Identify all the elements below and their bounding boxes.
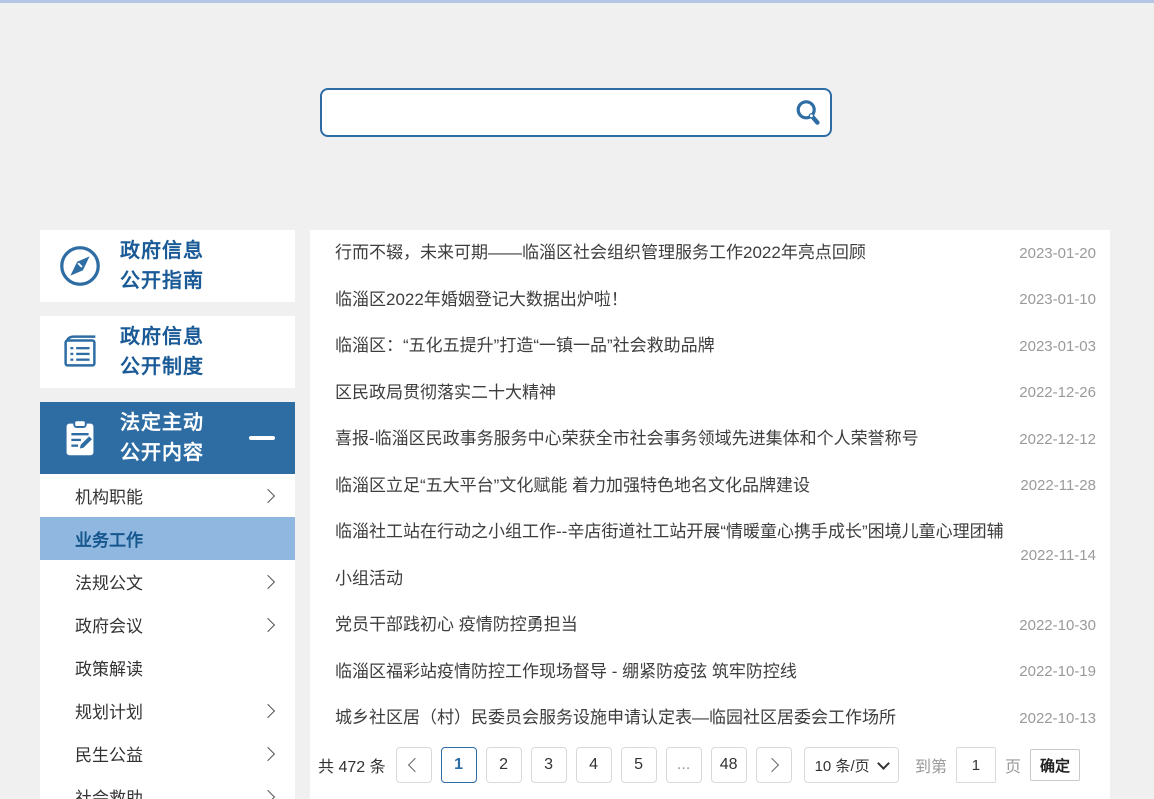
submenu-item[interactable]: 政府会议 [40, 603, 295, 646]
search-icon[interactable] [784, 97, 830, 129]
news-title[interactable]: 区民政局贯彻落实二十大精神 [335, 370, 1004, 417]
submenu-item[interactable]: 社会救助 [40, 775, 295, 799]
page-number-button[interactable]: 48 [710, 747, 747, 783]
goto-label-suffix: 页 [1004, 759, 1021, 776]
pagination: 共 472 条 1 2 3 4 5 ... 48 10 条/页 到第 1 页 确… [310, 742, 1110, 799]
submenu-item[interactable]: 民生公益 [40, 732, 295, 775]
page-size-value: 10 条/页 [814, 757, 870, 775]
chevron-right-icon [260, 574, 276, 589]
label-line2: 公开制度 [120, 356, 204, 378]
top-accent-bar [0, 0, 1154, 3]
sidebar: 政府信息 公开指南 政府信息 公开制度 法定主动 公开内容 机构职能 业务工作 … [40, 230, 295, 799]
submenu-item[interactable]: 业务工作 [40, 517, 295, 560]
prev-page-button[interactable] [395, 747, 432, 783]
news-date: 2022-11-28 [1020, 477, 1096, 495]
sidebar-submenu: 机构职能 业务工作 法规公文 政府会议 政策解读 规划计划 民生公益 社会救助 [40, 474, 295, 799]
submenu-item[interactable]: 规划计划 [40, 689, 295, 732]
news-date: 2022-12-12 [1019, 430, 1096, 448]
news-list: 行而不辍，未来可期——临淄区社会组织管理服务工作2022年亮点回顾 2023-0… [310, 230, 1110, 742]
submenu-item-label: 民生公益 [75, 746, 143, 765]
goto-label-prefix: 到第 [914, 759, 947, 776]
sidebar-item-label: 法定主动 公开内容 [120, 408, 204, 468]
label-line1: 政府信息 [120, 240, 204, 262]
news-item[interactable]: 临淄社工站在行动之小组工作--辛店街道社工站开展“情暖童心携手成长”困境儿童心理… [310, 509, 1110, 602]
sidebar-item-guide[interactable]: 政府信息 公开指南 [40, 230, 295, 302]
page-number-button[interactable]: 1 [440, 747, 477, 783]
page-size-select[interactable]: 10 条/页 [803, 747, 899, 783]
news-date: 2023-01-03 [1019, 337, 1096, 355]
news-item[interactable]: 喜报-临淄区民政事务服务中心荣获全市社会事务领域先进集体和个人荣誉称号 2022… [310, 416, 1110, 463]
chevron-right-icon [260, 703, 276, 718]
clipboard-pencil-icon [56, 415, 104, 461]
news-title[interactable]: 党员干部践初心 疫情防控勇担当 [335, 602, 1004, 649]
goto-page-input[interactable] [955, 747, 996, 783]
next-page-button[interactable] [755, 747, 792, 783]
sidebar-item-system[interactable]: 政府信息 公开制度 [40, 316, 295, 388]
news-date: 2022-10-30 [1019, 616, 1096, 634]
news-item[interactable]: 行而不辍，未来可期——临淄区社会组织管理服务工作2022年亮点回顾 2023-0… [310, 230, 1110, 277]
minus-icon [249, 436, 275, 440]
news-title[interactable]: 临淄社工站在行动之小组工作--辛店街道社工站开展“情暖童心携手成长”困境儿童心理… [335, 509, 1004, 602]
page-number-button[interactable]: 2 [485, 747, 522, 783]
search-box [320, 88, 832, 137]
chevron-right-icon [765, 757, 780, 773]
page-number-button[interactable]: 3 [530, 747, 567, 783]
label-line2: 公开指南 [120, 270, 204, 292]
news-title[interactable]: 城乡社区居（村）民委员会服务设施申请认定表—临园社区居委会工作场所 [335, 695, 1004, 742]
magnifier-glyph [796, 99, 820, 125]
confirm-button[interactable]: 确定 [1029, 749, 1080, 781]
news-date: 2022-10-13 [1019, 709, 1096, 727]
news-item[interactable]: 临淄区立足“五大平台”文化赋能 着力加强特色地名文化品牌建设 2022-11-2… [310, 463, 1110, 510]
compass-icon [56, 243, 104, 289]
news-item[interactable]: 临淄区2022年婚姻登记大数据出炉啦！ 2023-01-10 [310, 277, 1110, 324]
label-line2: 公开内容 [120, 442, 204, 464]
submenu-item-label: 政策解读 [75, 660, 143, 679]
sidebar-item-statutory[interactable]: 法定主动 公开内容 [40, 402, 295, 474]
page-number-button[interactable]: 4 [575, 747, 612, 783]
goto-page-group: 到第 页 确定 [915, 747, 1080, 783]
news-title[interactable]: 临淄区立足“五大平台”文化赋能 着力加强特色地名文化品牌建设 [335, 463, 1004, 510]
news-title[interactable]: 临淄区：“五化五提升”打造“一镇一品”社会救助品牌 [335, 323, 1004, 370]
submenu-item[interactable]: 法规公文 [40, 560, 295, 603]
page-number-list: 1 2 3 4 5 ... 48 [440, 747, 756, 783]
submenu-item-label: 规划计划 [75, 703, 143, 722]
label-line1: 法定主动 [120, 412, 204, 434]
submenu-item-label: 政府会议 [75, 617, 143, 636]
news-title[interactable]: 喜报-临淄区民政事务服务中心荣获全市社会事务领域先进集体和个人荣誉称号 [335, 416, 1004, 463]
submenu-item[interactable]: 机构职能 [40, 474, 295, 517]
submenu-item[interactable]: 政策解读 [40, 646, 295, 689]
news-panel: 行而不辍，未来可期——临淄区社会组织管理服务工作2022年亮点回顾 2023-0… [310, 230, 1110, 799]
chevron-right-icon [260, 488, 276, 503]
news-title[interactable]: 临淄区2022年婚姻登记大数据出炉啦！ [335, 277, 1004, 324]
chevron-left-icon [408, 757, 423, 773]
submenu-item-label: 业务工作 [75, 531, 143, 550]
news-title[interactable]: 临淄区福彩站疫情防控工作现场督导 - 绷紧防疫弦 筑牢防控线 [335, 649, 1004, 696]
ledger-icon [56, 329, 104, 375]
search-input[interactable] [322, 90, 784, 135]
news-date: 2022-12-26 [1019, 384, 1096, 402]
news-title[interactable]: 行而不辍，未来可期——临淄区社会组织管理服务工作2022年亮点回顾 [335, 230, 1004, 277]
chevron-down-icon [876, 756, 890, 770]
page-number-button[interactable]: 5 [620, 747, 657, 783]
news-date: 2022-10-19 [1019, 663, 1096, 681]
submenu-item-label: 机构职能 [75, 488, 143, 507]
news-item[interactable]: 城乡社区居（村）民委员会服务设施申请认定表—临园社区居委会工作场所 2022-1… [310, 695, 1110, 742]
chevron-right-icon [260, 617, 276, 632]
news-item[interactable]: 党员干部践初心 疫情防控勇担当 2022-10-30 [310, 602, 1110, 649]
news-date: 2022-11-14 [1020, 547, 1096, 564]
chevron-right-icon [260, 746, 276, 761]
news-date: 2023-01-20 [1019, 244, 1096, 262]
sidebar-item-label: 政府信息 公开指南 [120, 236, 204, 296]
news-item[interactable]: 临淄区：“五化五提升”打造“一镇一品”社会救助品牌 2023-01-03 [310, 323, 1110, 370]
submenu-item-label: 社会救助 [75, 789, 143, 799]
chevron-right-icon [260, 789, 276, 799]
news-item[interactable]: 区民政局贯彻落实二十大精神 2022-12-26 [310, 370, 1110, 417]
sidebar-item-label: 政府信息 公开制度 [120, 322, 204, 382]
page-number-button[interactable]: ... [665, 747, 702, 783]
total-count: 共 472 条 [318, 759, 386, 776]
submenu-item-label: 法规公文 [75, 574, 143, 593]
label-line1: 政府信息 [120, 326, 204, 348]
news-item[interactable]: 临淄区福彩站疫情防控工作现场督导 - 绷紧防疫弦 筑牢防控线 2022-10-1… [310, 649, 1110, 696]
news-date: 2023-01-10 [1019, 291, 1096, 309]
